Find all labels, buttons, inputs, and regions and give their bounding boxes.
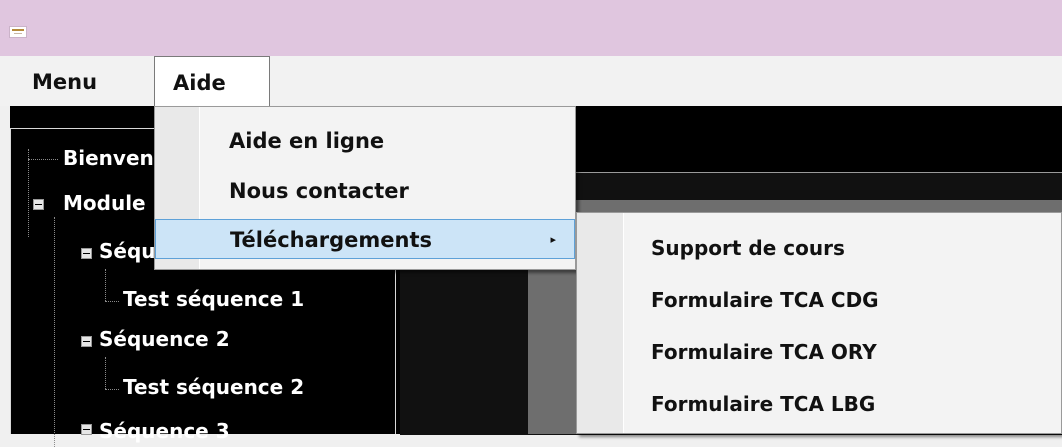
tree-connector <box>105 357 106 389</box>
tree-connector <box>105 389 119 390</box>
tree-connector <box>54 217 55 447</box>
menu-item-formulaire-tca-lbg[interactable]: Formulaire TCA LBG <box>577 381 1061 427</box>
tree-connector <box>28 159 58 160</box>
menu-aide[interactable]: Aide <box>154 56 270 107</box>
tree-node-module[interactable]: Module <box>63 191 146 215</box>
tree-connector <box>105 301 119 302</box>
tree-collapse-icon[interactable] <box>81 424 92 435</box>
menu-item-formulaire-tca-ory[interactable]: Formulaire TCA ORY <box>577 329 1061 375</box>
menu-item-telechargements-label: Téléchargements <box>230 228 433 252</box>
menu-item-formulaire-tca-cdg[interactable]: Formulaire TCA CDG <box>577 277 1061 323</box>
tree-connector <box>28 149 29 237</box>
tree-collapse-icon[interactable] <box>81 336 92 347</box>
title-bar <box>0 0 1062 56</box>
app-logo-icon <box>9 26 27 38</box>
tree-node-test-sequence-1[interactable]: Test séquence 1 <box>123 287 304 311</box>
telechargements-submenu: Support de cours Formulaire TCA CDG Form… <box>576 212 1062 434</box>
menu-menu[interactable]: Menu <box>18 56 111 106</box>
menu-item-aide-en-ligne[interactable]: Aide en ligne <box>155 121 575 161</box>
tree-node-sequence-2[interactable]: Séquence 2 <box>99 327 230 351</box>
tree-node-sequence-3[interactable]: Séquence 3 <box>99 419 230 443</box>
submenu-arrow-icon: ▸ <box>550 233 556 246</box>
tree-collapse-icon[interactable] <box>81 248 92 259</box>
tree-connector <box>105 269 106 301</box>
menu-bar: Menu Aide <box>0 56 1062 107</box>
aide-dropdown-menu: Aide en ligne Nous contacter Téléchargem… <box>154 106 576 270</box>
menu-item-telechargements[interactable]: Téléchargements ▸ <box>155 219 575 259</box>
tree-collapse-icon[interactable] <box>33 199 44 210</box>
tree-node-test-sequence-2[interactable]: Test séquence 2 <box>123 375 304 399</box>
menu-item-support-de-cours[interactable]: Support de cours <box>577 225 1061 271</box>
menu-item-nous-contacter[interactable]: Nous contacter <box>155 171 575 211</box>
